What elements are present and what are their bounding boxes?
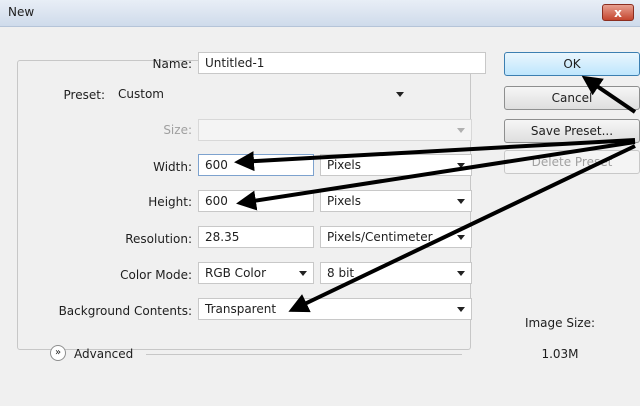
- advanced-divider: [146, 354, 462, 355]
- delete-preset-button[interactable]: Delete Preset: [504, 150, 640, 174]
- background-contents-label: Background Contents:: [58, 304, 192, 318]
- advanced-label[interactable]: Advanced: [74, 347, 133, 361]
- image-size-label: Image Size:: [524, 316, 596, 330]
- close-button[interactable]: x: [602, 4, 634, 21]
- size-label: Size:: [163, 123, 192, 137]
- width-unit-select[interactable]: Pixels: [320, 154, 472, 176]
- resolution-label: Resolution:: [125, 232, 192, 246]
- cancel-button[interactable]: Cancel: [504, 86, 640, 110]
- chevron-down-icon: [457, 163, 465, 168]
- width-label: Width:: [153, 160, 192, 174]
- name-field[interactable]: Untitled-1: [198, 52, 486, 74]
- width-field[interactable]: 600: [198, 154, 314, 176]
- color-mode-value: RGB Color: [205, 266, 267, 280]
- height-unit-value: Pixels: [327, 194, 362, 208]
- chevron-down-icon: [457, 271, 465, 276]
- preset-select[interactable]: Custom: [112, 84, 410, 106]
- chevron-down-icon: [457, 199, 465, 204]
- size-select[interactable]: [198, 119, 472, 141]
- advanced-toggle-icon[interactable]: »: [50, 345, 66, 361]
- chevron-down-icon: [457, 307, 465, 312]
- resolution-field[interactable]: 28.35: [198, 226, 314, 248]
- chevron-down-icon: [457, 128, 465, 133]
- resolution-unit-value: Pixels/Centimeter: [327, 230, 433, 244]
- preset-label: Preset:: [40, 88, 109, 102]
- background-contents-select[interactable]: Transparent: [198, 298, 472, 320]
- image-size-value: 1.03M: [541, 347, 579, 361]
- name-label: Name:: [152, 57, 192, 71]
- height-label: Height:: [148, 195, 192, 209]
- background-contents-value: Transparent: [205, 302, 277, 316]
- resolution-unit-select[interactable]: Pixels/Centimeter: [320, 226, 472, 248]
- color-mode-label: Color Mode:: [120, 268, 192, 282]
- title-bar: New x: [0, 0, 640, 27]
- new-document-dialog: New x Name: Untitled-1 Preset: Custom Si…: [0, 0, 640, 406]
- bit-depth-select[interactable]: 8 bit: [320, 262, 472, 284]
- chevron-down-icon: [299, 271, 307, 276]
- ok-button[interactable]: OK: [504, 52, 640, 76]
- bit-depth-value: 8 bit: [327, 266, 355, 280]
- width-unit-value: Pixels: [327, 158, 362, 172]
- preset-value: Custom: [118, 87, 164, 101]
- dialog-title: New: [8, 5, 35, 19]
- height-unit-select[interactable]: Pixels: [320, 190, 472, 212]
- color-mode-select[interactable]: RGB Color: [198, 262, 314, 284]
- height-field[interactable]: 600: [198, 190, 314, 212]
- chevron-down-icon: [457, 235, 465, 240]
- save-preset-button[interactable]: Save Preset...: [504, 119, 640, 143]
- chevron-down-icon: [396, 92, 404, 97]
